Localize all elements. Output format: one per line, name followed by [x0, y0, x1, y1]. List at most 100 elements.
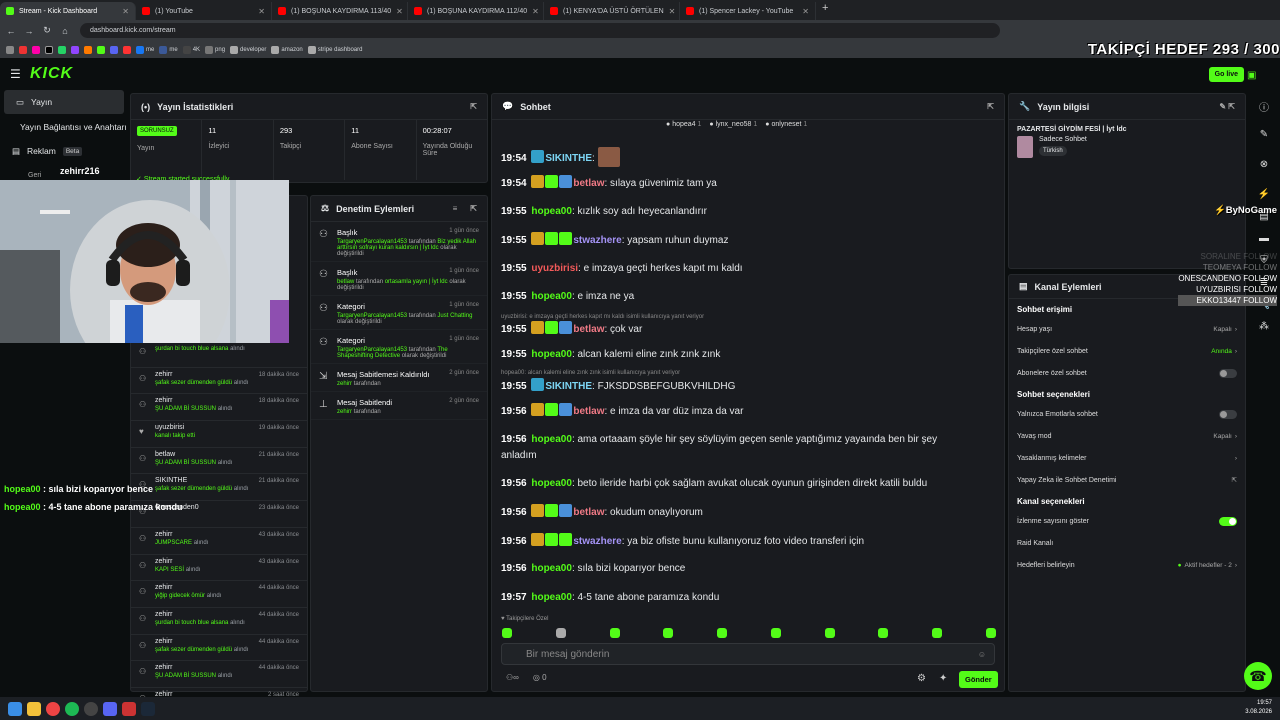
pencil-icon[interactable]: ✎: [1256, 129, 1272, 145]
chat-username[interactable]: hopea00: [531, 563, 572, 574]
emote-icon[interactable]: [555, 628, 566, 638]
emote-icon[interactable]: [985, 628, 996, 638]
chat-message[interactable]: 19:54 SIKINTHE:: [501, 147, 971, 167]
settings-icon[interactable]: ⚙: [917, 673, 926, 684]
emote-icon[interactable]: [770, 628, 781, 638]
mod-tools-icon[interactable]: ✦: [939, 673, 947, 684]
folder-icon[interactable]: developer: [230, 45, 266, 54]
bookmark-icon[interactable]: [19, 45, 27, 54]
chat-username[interactable]: hopea00: [531, 478, 572, 489]
setting-account-age[interactable]: Hesap yaşı Kapalı ›: [1009, 318, 1245, 340]
chat-username[interactable]: betlaw: [573, 406, 604, 417]
chat-username[interactable]: hopea00: [531, 434, 572, 445]
bookmark-icon[interactable]: me: [136, 45, 154, 54]
bookmark-icon[interactable]: [123, 45, 131, 54]
chat-message[interactable]: 19:55 stwazhere: yapsam ruhun duymaz: [501, 232, 971, 249]
emote-only-toggle[interactable]: [1219, 409, 1237, 419]
app-icon[interactable]: [122, 701, 136, 716]
emote-icon[interactable]: [502, 628, 512, 638]
green-square-icon[interactable]: ▣: [1247, 70, 1259, 82]
emote-icon[interactable]: [717, 628, 728, 638]
send-button[interactable]: Gönder: [959, 671, 998, 688]
chrome-icon[interactable]: [46, 701, 60, 716]
close-icon[interactable]: ✕: [396, 7, 403, 16]
chat-username[interactable]: stwazhere: [573, 536, 621, 547]
forward-icon[interactable]: →: [22, 26, 36, 36]
emoji-icon[interactable]: ☺: [978, 650, 986, 659]
close-icon[interactable]: ✕: [122, 7, 129, 16]
bookmark-icon[interactable]: png: [205, 45, 225, 54]
sidebar-item-stream[interactable]: ▭ Yayın: [4, 90, 124, 114]
info-icon[interactable]: ⓘ: [1256, 99, 1272, 115]
filter-icon[interactable]: ≡: [453, 204, 458, 213]
chat-message[interactable]: 19:55 hopea00: alcan kalemi eline zınk z…: [501, 347, 971, 363]
bookmark-icon[interactable]: [32, 45, 40, 54]
setting-goals[interactable]: Hedefleri belirleyin ● Aktif hedefler - 2 ›: [1009, 554, 1245, 576]
popout-icon[interactable]: ⇱: [987, 102, 994, 111]
chat-message[interactable]: 19:56 betlaw: okudum onaylıyorum: [501, 504, 971, 521]
reload-icon[interactable]: ↻: [40, 25, 54, 36]
bookmark-icon[interactable]: [97, 45, 105, 54]
obs-icon[interactable]: [84, 701, 98, 716]
apps-icon[interactable]: [6, 45, 14, 54]
show-viewers-toggle[interactable]: [1219, 516, 1237, 526]
chat-message[interactable]: 19:56 hopea00: beto ileride harbi çok sa…: [501, 476, 971, 492]
chat-username[interactable]: uyuzbirisi: [531, 263, 578, 274]
setting-banned-words[interactable]: Yasaklanmış kelimeler ›: [1009, 447, 1245, 469]
chat-message[interactable]: 19:57 hopea00: 4-5 tane abone paramıza k…: [501, 590, 971, 606]
subscribers-only-toggle[interactable]: [1219, 368, 1237, 378]
edit-icon[interactable]: ✎ ⇱: [1219, 102, 1235, 111]
chat-message[interactable]: 19:55 SIKINTHE: FJKSDDSBEFGUBKVHILDHG: [501, 378, 971, 395]
emote-icon[interactable]: [824, 628, 835, 638]
popout-icon[interactable]: ⇱: [470, 204, 477, 213]
discord-icon[interactable]: [103, 701, 117, 716]
chat-message[interactable]: 19:56 hopea00: sıla bizi koparıyor bence: [501, 561, 971, 577]
file-explorer-icon[interactable]: [27, 701, 41, 716]
top-user[interactable]: ● onlyneset 1: [765, 121, 807, 128]
close-icon[interactable]: ✕: [258, 7, 265, 16]
browser-tab[interactable]: (1) Spencer Lackey - YouTube ✕: [680, 2, 816, 20]
chat-username[interactable]: hopea00: [531, 592, 572, 603]
chat-message[interactable]: 19:55 hopea00: e imza ne ya: [501, 289, 971, 305]
close-icon[interactable]: ✕: [532, 7, 539, 16]
chat-username[interactable]: betlaw: [573, 324, 604, 335]
new-tab-button[interactable]: +: [822, 2, 828, 20]
top-user[interactable]: ● lynx_neo58 1: [709, 121, 757, 128]
help-button[interactable]: ☎: [1244, 662, 1272, 690]
chat-message[interactable]: 19:56 betlaw: e imza da var düz imza da …: [501, 403, 971, 420]
chat-message[interactable]: 19:55 betlaw: çok var: [501, 321, 971, 338]
sidebar-item-stream-key[interactable]: Yayın Bağlantısı ve Anahtarı: [0, 115, 128, 139]
sidebar-item-obscured[interactable]: Geri: [28, 172, 41, 179]
emote-icon[interactable]: [609, 628, 620, 638]
chat-username[interactable]: SIKINTHE: [545, 381, 592, 392]
setting-followers-only[interactable]: Takipçilere özel sohbet Anında ›: [1009, 340, 1245, 362]
bookmark-icon[interactable]: 4K: [182, 45, 200, 54]
chat-username[interactable]: SIKINTHE: [545, 153, 592, 164]
browser-tab[interactable]: Stream - Kick Dashboard ✕: [0, 2, 136, 20]
popout-icon[interactable]: ⇱: [470, 102, 477, 111]
bookmark-icon[interactable]: me: [159, 45, 178, 54]
url-input[interactable]: dashboard.kick.com/stream: [80, 23, 1000, 38]
bookmark-icon[interactable]: [110, 45, 118, 54]
chat-username[interactable]: betlaw: [573, 178, 604, 189]
menu-icon[interactable]: ☰: [10, 67, 21, 81]
chat-bubble-icon[interactable]: ▬: [1256, 233, 1272, 249]
emote-icon[interactable]: [932, 628, 943, 638]
chat-message[interactable]: 19:56 stwazhere: ya biz ofiste bunu kull…: [501, 533, 971, 550]
chat-username[interactable]: stwazhere: [573, 235, 621, 246]
kick-logo[interactable]: KICK: [30, 65, 73, 83]
bookmark-icon[interactable]: [58, 45, 66, 54]
spotify-icon[interactable]: [65, 701, 79, 716]
sidebar-item-ads[interactable]: ▤ Reklam Beta: [0, 139, 128, 163]
go-live-button[interactable]: Go live: [1208, 67, 1244, 82]
chat-username[interactable]: betlaw: [573, 507, 604, 518]
windows-start-icon[interactable]: [8, 701, 22, 716]
chat-message[interactable]: 19:55 hopea00: kızlık soy adı heyecanlan…: [501, 204, 971, 220]
bolt-icon[interactable]: ⚡: [1256, 189, 1272, 205]
bookmark-icon[interactable]: [45, 45, 53, 54]
chat-username[interactable]: hopea00: [531, 349, 572, 360]
folder-icon[interactable]: amazon: [271, 45, 303, 54]
nodes-icon[interactable]: ⁂: [1256, 321, 1272, 337]
browser-tab[interactable]: (1) YouTube ✕: [136, 2, 272, 20]
emote-icon[interactable]: [663, 628, 674, 638]
